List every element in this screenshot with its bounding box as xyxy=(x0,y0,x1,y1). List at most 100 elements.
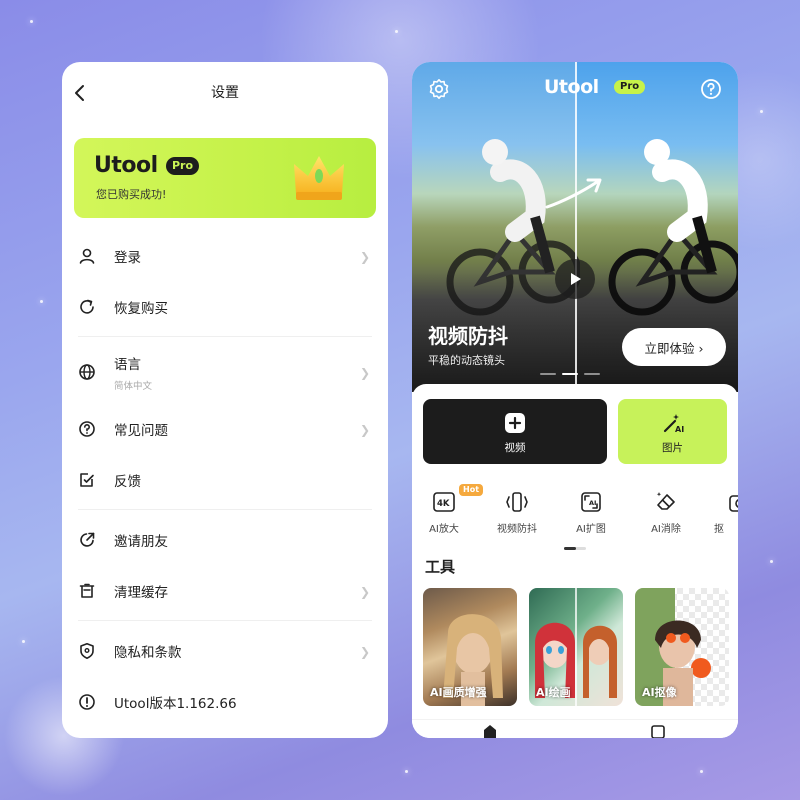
menu-label: 邀请朋友 xyxy=(114,533,168,550)
shield-icon xyxy=(78,642,96,660)
pro-badge: Pro xyxy=(166,157,200,175)
menu-label: 反馈 xyxy=(114,473,141,490)
carousel-dot[interactable] xyxy=(584,373,600,375)
chevron-right-icon: ❯ xyxy=(359,422,370,437)
tool-label: 视频防抖 xyxy=(497,524,537,535)
bottom-tab-bar xyxy=(412,719,738,738)
info-icon xyxy=(78,693,96,711)
page-title: 设置 xyxy=(211,85,239,101)
tools-scroll-indicator xyxy=(564,547,586,550)
help-icon xyxy=(78,420,96,438)
tool-ai-upscale[interactable]: 4K Hot AI放大 xyxy=(412,484,484,535)
share-icon xyxy=(78,531,96,549)
carousel-indicator xyxy=(540,373,600,375)
settings-menu: 登录 ❯ 恢复购买 语言 简体中文 ❯ 常见问题 ❯ 反馈 邀请朋友 清理缓存 … xyxy=(62,230,388,727)
video-button[interactable]: 视频 xyxy=(423,399,607,464)
divider xyxy=(78,336,372,337)
tool-label: AI扩图 xyxy=(576,524,606,535)
feedback-icon xyxy=(78,471,96,489)
card-ai-cutout[interactable]: AI抠像 xyxy=(635,588,729,706)
home-screen: Utool Pro 视频防抖 平稳的动态镜头 立即体验 › 视频 AI 图片 4… xyxy=(412,62,738,738)
chevron-right-icon: ❯ xyxy=(359,644,370,659)
card-label: AI画质增强 xyxy=(430,686,487,699)
home-content: 视频 AI 图片 4K Hot AI放大 视频防抖 AI AI扩图 AI消除 抠… xyxy=(412,384,738,738)
chevron-right-icon: ❯ xyxy=(359,366,370,380)
compare-arrow-icon xyxy=(545,178,602,209)
brand-logo: Utool xyxy=(94,153,158,178)
help-icon[interactable] xyxy=(700,78,722,100)
projects-tab-icon[interactable] xyxy=(650,724,666,738)
video-label: 视频 xyxy=(504,442,526,454)
menu-item-feedback[interactable]: 反馈 xyxy=(62,454,388,505)
menu-item-faq[interactable]: 常见问题 ❯ xyxy=(62,403,388,454)
chevron-right-icon: ❯ xyxy=(359,584,370,599)
stabilize-icon xyxy=(506,492,528,512)
carousel-dot[interactable] xyxy=(540,373,556,375)
current-language-value: 简体中文 xyxy=(114,380,153,392)
menu-label: 语言 xyxy=(114,356,141,373)
tool-label: AI消除 xyxy=(651,524,681,535)
back-arrow-icon[interactable] xyxy=(70,82,90,104)
play-button[interactable] xyxy=(555,259,595,299)
menu-label: 登录 xyxy=(114,249,141,266)
pro-status-card[interactable]: Utool Pro 您已购买成功! xyxy=(74,138,376,218)
divider xyxy=(78,620,372,621)
expand-ai-icon: AI xyxy=(581,492,601,512)
divider xyxy=(78,509,372,510)
card-label: AI绘画 xyxy=(536,686,571,699)
menu-item-language[interactable]: 语言 简体中文 ❯ xyxy=(62,341,388,403)
menu-item-restore-purchase[interactable]: 恢复购买 xyxy=(62,281,388,332)
magic-wand-ai-icon: AI xyxy=(663,414,684,434)
menu-item-clear-cache[interactable]: 清理缓存 ❯ xyxy=(62,565,388,616)
settings-nav-bar: 设置 xyxy=(62,62,388,124)
settings-screen: 设置 Utool Pro 您已购买成功! 登录 ❯ 恢复购买 语言 简体中文 ❯… xyxy=(62,62,388,738)
card-ai-paint[interactable]: AI绘画 xyxy=(529,588,623,706)
tool-label: 抠 xyxy=(714,524,724,535)
section-title-tools: 工具 xyxy=(425,558,456,576)
card-ai-enhance[interactable]: AI画质增强 xyxy=(423,588,517,706)
svg-text:AI: AI xyxy=(675,425,684,434)
tool-video-stabilize[interactable]: 视频防抖 xyxy=(485,484,549,535)
tools-scroller[interactable]: 4K Hot AI放大 视频防抖 AI AI扩图 AI消除 抠 xyxy=(412,484,738,535)
pro-badge: Pro xyxy=(614,80,646,94)
menu-item-privacy-terms[interactable]: 隐私和条款 ❯ xyxy=(62,625,388,676)
crown-icon xyxy=(294,156,344,200)
user-icon xyxy=(78,247,96,265)
camera-icon xyxy=(729,495,738,512)
tool-ai-expand[interactable]: AI AI扩图 xyxy=(559,484,623,535)
menu-label: 清理缓存 xyxy=(114,584,168,601)
purchase-status-text: 您已购买成功! xyxy=(96,188,167,201)
app-version-text: Utool版本1.162.66 xyxy=(114,695,237,712)
refresh-icon xyxy=(78,298,96,316)
hero-title: 视频防抖 xyxy=(428,324,508,348)
hero-banner[interactable]: Utool Pro 视频防抖 平稳的动态镜头 立即体验 › xyxy=(412,62,738,392)
hot-badge: Hot xyxy=(459,484,484,496)
tool-ai-erase[interactable]: AI消除 xyxy=(634,484,698,535)
tool-label: AI放大 xyxy=(429,524,459,535)
trash-icon xyxy=(78,582,96,600)
menu-item-invite-friends[interactable]: 邀请朋友 xyxy=(62,514,388,565)
compare-divider[interactable] xyxy=(575,62,577,392)
settings-gear-icon[interactable] xyxy=(428,78,450,100)
image-button[interactable]: AI 图片 xyxy=(618,399,727,464)
chevron-right-icon: ❯ xyxy=(359,249,370,264)
menu-label: 常见问题 xyxy=(114,422,168,439)
play-icon xyxy=(571,273,581,285)
eraser-icon xyxy=(656,492,675,510)
globe-icon xyxy=(78,363,96,381)
carousel-dot-active[interactable] xyxy=(562,373,578,375)
upscale-4k-icon: 4K xyxy=(433,492,455,512)
svg-text:4K: 4K xyxy=(437,499,450,509)
plus-icon xyxy=(505,413,525,433)
hero-subtitle: 平稳的动态镜头 xyxy=(428,354,505,367)
try-now-button[interactable]: 立即体验 › xyxy=(622,328,726,366)
menu-item-version[interactable]: Utool版本1.162.66 xyxy=(62,676,388,727)
menu-item-login[interactable]: 登录 ❯ xyxy=(62,230,388,281)
image-label: 图片 xyxy=(662,442,683,454)
svg-text:AI: AI xyxy=(589,499,596,507)
card-label: AI抠像 xyxy=(642,686,677,699)
menu-label: 隐私和条款 xyxy=(114,644,182,661)
tool-cutout[interactable]: 抠 xyxy=(708,484,738,535)
home-tab-icon[interactable] xyxy=(482,724,498,738)
menu-label: 恢复购买 xyxy=(114,300,168,317)
